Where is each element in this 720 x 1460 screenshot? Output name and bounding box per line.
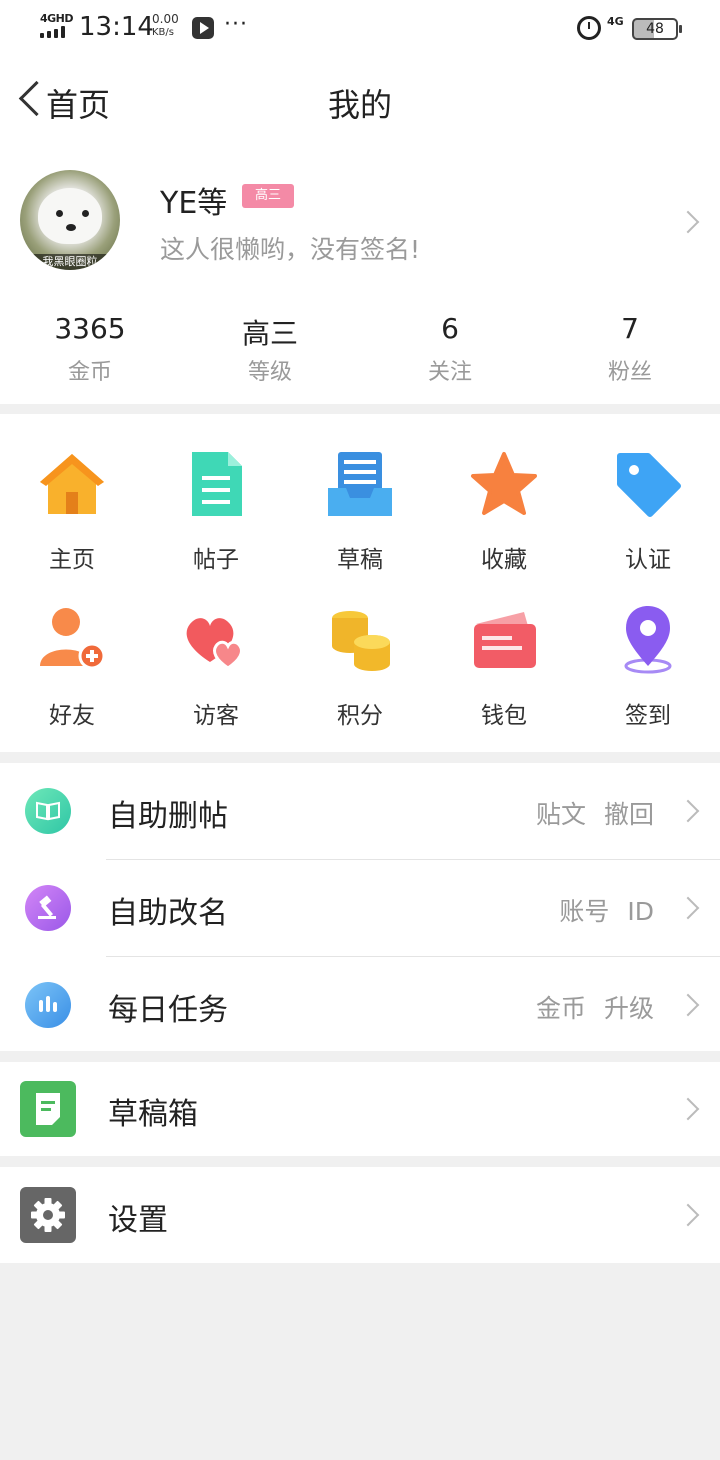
grid-item-posts[interactable]: 帖子: [144, 414, 288, 573]
document-icon: [192, 452, 242, 516]
grid-item-friends[interactable]: 好友: [0, 570, 144, 729]
stat-label: 关注: [427, 360, 472, 385]
grid-item-points[interactable]: 积分: [288, 570, 432, 729]
gavel-icon: [25, 885, 71, 931]
menu-item-title: 自助改名: [108, 896, 228, 931]
nav-header: 首页 我的: [0, 58, 720, 158]
gear-icon: [20, 1187, 76, 1243]
more-dots-icon: ···: [224, 12, 248, 37]
avatar-face: [38, 188, 102, 244]
grid-item-favorites[interactable]: 收藏: [432, 414, 576, 573]
grid-item-drafts[interactable]: 草稿: [288, 414, 432, 573]
stat-following[interactable]: 6 关注: [360, 312, 540, 386]
chevron-right-icon[interactable]: [676, 210, 700, 234]
network-type: 4GHD: [40, 12, 74, 25]
chevron-right-icon: [676, 1203, 700, 1227]
menu-item-rename[interactable]: 自助改名 账号 ID: [0, 860, 720, 956]
menu-group-settings: 设置: [0, 1167, 720, 1263]
stat-label: 金币: [67, 360, 112, 385]
grid-item-label: 认证: [625, 547, 671, 573]
stat-followers[interactable]: 7 粉丝: [540, 312, 720, 386]
home-icon: [40, 454, 104, 514]
avatar[interactable]: 我黑眼圈粒: [20, 170, 120, 270]
menu-item-title: 设置: [108, 1203, 168, 1238]
menu-item-hint: 金币 升级: [536, 994, 654, 1023]
coins-icon: [332, 611, 390, 671]
menu-item-self-delete[interactable]: 自助删帖 贴文 撤回: [0, 763, 720, 859]
speed-unit: KB/s: [152, 27, 174, 38]
stat-value: 6: [441, 312, 459, 345]
level-badge: 高三: [242, 184, 294, 208]
grid-item-label: 好友: [49, 703, 95, 729]
menu-group-primary: 自助删帖 贴文 撤回 自助改名 账号 ID 每日任务 金币 升级: [0, 763, 720, 1051]
book-icon: [25, 788, 71, 834]
grid-item-label: 签到: [625, 703, 671, 729]
username: YE等: [160, 186, 228, 221]
stat-value: 3365: [54, 312, 126, 345]
menu-item-hint: 贴文 撤回: [536, 800, 654, 829]
grid-item-label: 草稿: [337, 547, 383, 573]
chevron-right-icon: [676, 799, 700, 823]
chevron-right-icon: [676, 1097, 700, 1121]
grid-item-label: 访客: [193, 703, 239, 729]
hearts-icon: [186, 618, 243, 670]
status-bar: 4GHD 13:14 0.00 KB/s ··· 4G 48: [0, 0, 720, 58]
menu-item-title: 自助删帖: [108, 799, 228, 834]
alarm-icon: [577, 16, 601, 40]
grid-item-verify[interactable]: 认证: [576, 414, 720, 573]
chevron-right-icon: [676, 896, 700, 920]
grid-item-home[interactable]: 主页: [0, 414, 144, 573]
page-title: 我的: [327, 86, 392, 124]
grid-item-checkin[interactable]: 签到: [576, 570, 720, 729]
stat-label: 粉丝: [607, 360, 652, 385]
grid-item-visitors[interactable]: 访客: [144, 570, 288, 729]
mobile-data-indicator: 4G: [607, 15, 624, 28]
avatar-nose: [66, 224, 76, 231]
menu-item-daily-tasks[interactable]: 每日任务 金币 升级: [0, 957, 720, 1053]
menu-item-title: 草稿箱: [108, 1097, 198, 1132]
bar-chart-icon: [25, 982, 71, 1028]
speed-value: 0.00: [152, 12, 179, 26]
location-pin-icon: [624, 606, 672, 674]
add-friend-icon: [40, 608, 106, 670]
avatar-eye: [82, 210, 89, 217]
menu-group-drafts: 草稿箱: [0, 1062, 720, 1156]
profile-card[interactable]: 我黑眼圈粒 YE等 高三 这人很懒哟，没有签名! 3365 金币 高三 等级 6…: [0, 158, 720, 404]
draft-note-icon: [20, 1081, 76, 1137]
battery-icon: 48: [632, 18, 682, 40]
feature-grid: 主页 帖子 草稿 收藏 认证 好友 访客 积分 钱包 签到: [0, 414, 720, 752]
star-icon: [471, 452, 537, 515]
draft-tray-icon: [328, 452, 392, 516]
stat-level[interactable]: 高三 等级: [180, 312, 360, 386]
avatar-caption: 我黑眼圈粒: [20, 254, 120, 270]
chevron-right-icon: [676, 993, 700, 1017]
tag-icon: [617, 453, 681, 517]
media-play-icon: [192, 17, 214, 39]
menu-item-settings[interactable]: 设置: [0, 1167, 720, 1263]
grid-item-label: 钱包: [481, 703, 527, 729]
menu-item-title: 每日任务: [108, 993, 228, 1028]
menu-item-hint: 账号 ID: [559, 897, 654, 926]
grid-item-wallet[interactable]: 钱包: [432, 570, 576, 729]
menu-item-draft-box[interactable]: 草稿箱: [0, 1061, 720, 1157]
clock-time: 13:14: [79, 12, 154, 42]
wallet-icon: [474, 612, 536, 668]
stat-value: 7: [621, 312, 639, 345]
grid-item-label: 收藏: [481, 547, 527, 573]
stat-label: 等级: [247, 360, 292, 385]
grid-item-label: 帖子: [193, 547, 239, 573]
network-speed: 0.00 KB/s: [152, 13, 179, 39]
signature: 这人很懒哟，没有签名!: [160, 235, 421, 264]
signal-bars-icon: [40, 26, 70, 38]
grid-item-label: 主页: [49, 547, 95, 573]
avatar-eye: [56, 210, 63, 217]
stat-coins[interactable]: 3365 金币: [0, 312, 180, 386]
grid-item-label: 积分: [337, 703, 383, 729]
stat-value: 高三: [241, 317, 298, 350]
